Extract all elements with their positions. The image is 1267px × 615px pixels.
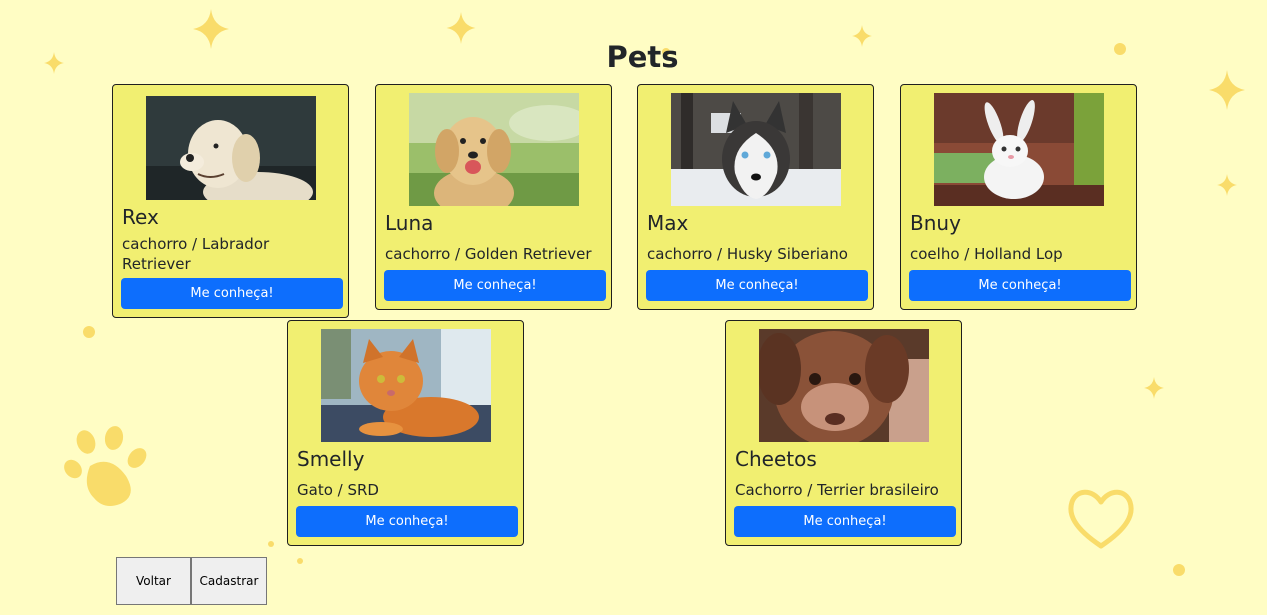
back-button[interactable]: Voltar: [116, 557, 191, 605]
pet-name: Rex: [122, 205, 159, 229]
meet-me-button[interactable]: Me conheça!: [646, 270, 868, 301]
pet-info: cachorro / Golden Retriever: [385, 245, 592, 263]
meet-me-button[interactable]: Me conheça!: [909, 270, 1131, 301]
decor-dot: [1173, 564, 1185, 576]
pet-info: cachorro / Labrador Retriever: [122, 235, 270, 273]
paw-icon: [64, 426, 147, 506]
pet-card-smelly: Smelly Gato / SRD Me conheça!: [287, 320, 524, 546]
pet-info: coelho / Holland Lop: [910, 245, 1063, 263]
sparkle-icon: [1217, 174, 1237, 196]
sparkle-icon: [1209, 70, 1245, 110]
decor-dot: [268, 541, 274, 547]
golden-retriever-photo: [408, 93, 579, 206]
pet-info: Gato / SRD: [297, 481, 379, 499]
decor-dot: [83, 326, 95, 338]
meet-me-button[interactable]: Me conheça!: [296, 506, 518, 537]
decor-dot: [297, 558, 303, 564]
pet-info: cachorro / Husky Siberiano: [647, 245, 848, 263]
pet-name: Luna: [385, 211, 434, 235]
heart-icon: [1068, 489, 1134, 549]
register-button[interactable]: Cadastrar: [191, 557, 267, 605]
husky-photo: [670, 93, 841, 206]
pet-card-rex: Rex cachorro / Labrador Retriever Me con…: [112, 84, 349, 318]
sparkle-icon: [1144, 377, 1164, 399]
meet-me-button[interactable]: Me conheça!: [734, 506, 956, 537]
pet-name: Bnuy: [910, 211, 961, 235]
pet-name: Smelly: [297, 447, 365, 471]
pet-card-bnuy: Bnuy coelho / Holland Lop Me conheça!: [900, 84, 1137, 310]
pet-name: Max: [647, 211, 689, 235]
orange-cat-photo: [320, 329, 491, 442]
rabbit-photo: [933, 93, 1104, 206]
pet-card-luna: Luna cachorro / Golden Retriever Me conh…: [375, 84, 612, 310]
labrador-photo: [145, 93, 316, 200]
pet-card-cheetos: Cheetos Cachorro / Terrier brasileiro Me…: [725, 320, 962, 546]
meet-me-button[interactable]: Me conheça!: [384, 270, 606, 301]
puppy-photo: [758, 329, 929, 442]
pet-name: Cheetos: [735, 447, 817, 471]
pet-card-max: Max cachorro / Husky Siberiano Me conheç…: [637, 84, 874, 310]
page-title: Pets: [606, 40, 679, 74]
pet-info: Cachorro / Terrier brasileiro: [735, 481, 939, 499]
meet-me-button[interactable]: Me conheça!: [121, 278, 343, 309]
